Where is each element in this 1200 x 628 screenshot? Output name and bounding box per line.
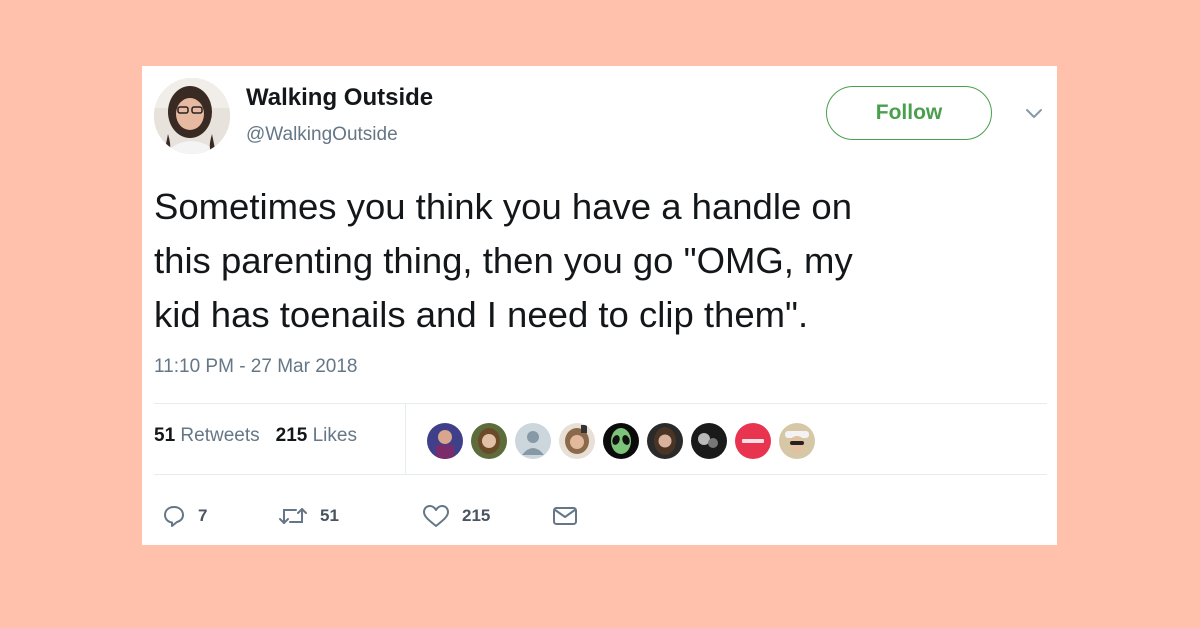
chevron-down-icon[interactable]	[1025, 108, 1043, 120]
retweets-label: Retweets	[180, 425, 260, 446]
user-handle[interactable]: @WalkingOutside	[246, 124, 398, 146]
retweets-count: 51	[154, 425, 176, 446]
user-avatar-icon	[154, 78, 230, 154]
tweet-actions: 7 51 215	[154, 503, 754, 529]
retweets-stat[interactable]: 51 Retweets	[154, 425, 260, 447]
likes-count: 215	[275, 425, 308, 446]
liker-avatar-7[interactable]	[689, 421, 729, 461]
reply-icon	[164, 506, 184, 527]
reply-count: 7	[198, 506, 208, 525]
liker-avatar-8[interactable]	[733, 421, 773, 461]
direct-message-button[interactable]	[552, 503, 578, 529]
liker-avatar-2[interactable]	[469, 421, 509, 461]
liker-avatar-5[interactable]	[601, 421, 641, 461]
tweet-text: Sometimes you think you have a handle on…	[154, 186, 853, 335]
liker-avatar-9[interactable]	[777, 421, 817, 461]
likes-label: Likes	[312, 425, 357, 446]
divider-top	[154, 403, 1047, 404]
divider-bottom	[154, 474, 1047, 475]
retweet-count: 51	[320, 506, 339, 525]
stats-separator	[405, 404, 406, 475]
heart-icon	[423, 505, 449, 527]
follow-button[interactable]: Follow	[826, 86, 992, 140]
envelope-icon	[553, 507, 577, 525]
like-count: 215	[462, 506, 491, 525]
liker-avatar-4[interactable]	[557, 421, 597, 461]
display-name[interactable]: Walking Outside	[246, 84, 433, 112]
like-button[interactable]: 215	[422, 503, 490, 529]
tweet-timestamp[interactable]: 11:10 PM - 27 Mar 2018	[154, 356, 357, 378]
retweet-button[interactable]: 51	[278, 503, 339, 529]
tweet-card: Walking Outside @WalkingOutside Follow S…	[142, 66, 1057, 545]
liker-avatar-1[interactable]	[425, 421, 465, 461]
liker-avatar-3[interactable]	[513, 421, 553, 461]
retweet-icon	[279, 508, 307, 524]
likes-stat[interactable]: 215 Likes	[276, 425, 357, 447]
liker-avatar-6[interactable]	[645, 421, 685, 461]
reply-button[interactable]: 7	[162, 503, 207, 529]
user-avatar[interactable]	[154, 78, 230, 154]
tweet-stats: 51 Retweets 215 Likes	[154, 425, 357, 447]
